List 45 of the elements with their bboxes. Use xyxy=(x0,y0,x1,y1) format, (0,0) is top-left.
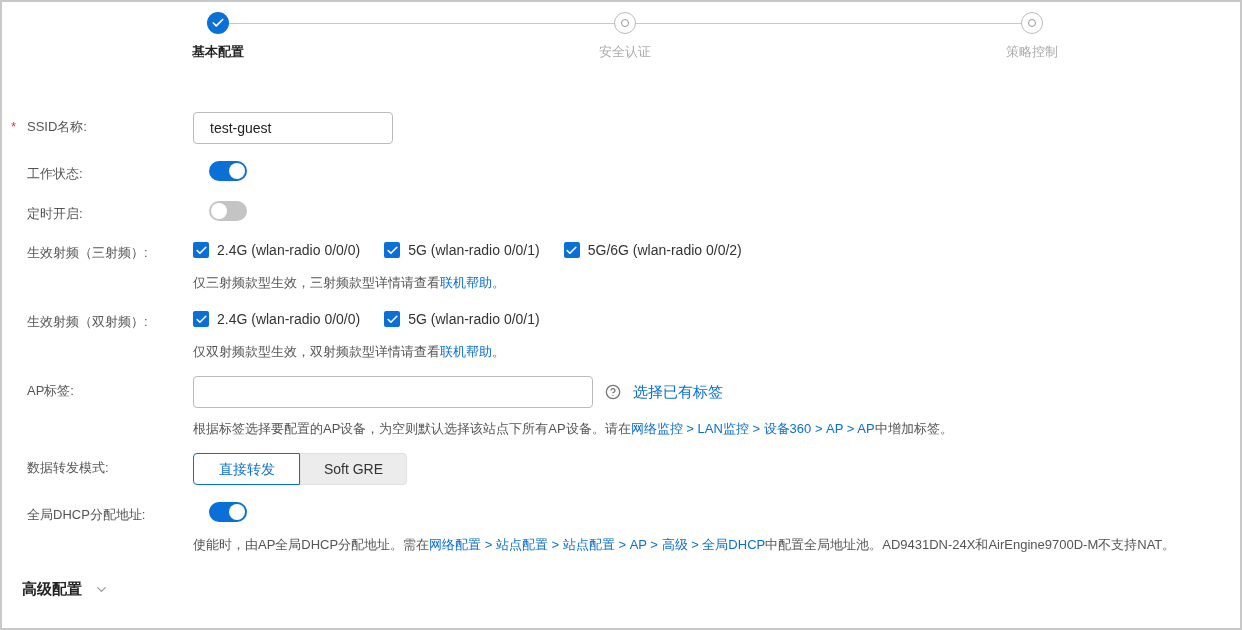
check-icon xyxy=(194,243,208,257)
checkbox[interactable] xyxy=(193,311,209,327)
checkbox-label: 5G (wlan-radio 0/0/1) xyxy=(408,309,540,329)
field-label: AP标签: xyxy=(27,382,74,400)
help-link[interactable]: 联机帮助 xyxy=(440,344,492,359)
checkbox[interactable] xyxy=(563,242,580,258)
checkbox[interactable] xyxy=(193,242,209,258)
select-tags-link[interactable]: 选择已有标签 xyxy=(633,380,723,404)
mode-option[interactable]: 直接转发 xyxy=(193,453,300,485)
field-label: 定时开启: xyxy=(27,204,83,223)
checkbox-label: 5G/6G (wlan-radio 0/0/2) xyxy=(587,240,742,260)
toggle-switch[interactable] xyxy=(209,502,247,522)
advanced-toggle[interactable]: 高级配置 xyxy=(22,578,109,601)
toggle-switch[interactable] xyxy=(209,161,247,181)
check-icon xyxy=(385,243,399,257)
field-label: 生效射频（双射频）: xyxy=(27,313,148,331)
step-label: 安全认证 xyxy=(599,43,651,61)
toggle-switch[interactable] xyxy=(209,200,247,221)
hint-text: 仅三射频款型生效，三射频款型详情请查看联机帮助。 xyxy=(193,274,506,292)
ssid-input[interactable]: test-guest xyxy=(193,112,393,144)
help-link[interactable]: 网络监控 > LAN监控 > 设备360 > AP > AP xyxy=(630,421,875,436)
checkbox-label: 5G (wlan-radio 0/0/1) xyxy=(408,240,540,260)
check-icon xyxy=(194,312,208,326)
step-label: 策略控制 xyxy=(1006,43,1058,61)
checkbox[interactable] xyxy=(384,242,401,258)
help-link[interactable]: 网络配置 > 站点配置 > 站点配置 > AP > 高级 > 全局DHCP xyxy=(429,537,766,552)
checkbox-label: 2.4G (wlan-radio 0/0/0) xyxy=(217,309,361,329)
hint-text: 使能时，由AP全局DHCP分配地址。需在网络配置 > 站点配置 > 站点配置 > AP > 高级 > 全局DHCP中配置全局地址池。AD9431DN-24X和AirEngine9700D-M不支持NAT。 xyxy=(193,536,1177,554)
checkbox-label: 2.4G (wlan-radio 0/0/0) xyxy=(217,240,361,260)
tag-input[interactable] xyxy=(193,376,593,408)
help-link[interactable]: 联机帮助 xyxy=(440,275,492,290)
field-label: 数据转发模式: xyxy=(27,459,109,477)
field-label: 生效射频（三射频）: xyxy=(27,244,148,262)
mode-option[interactable]: Soft GRE xyxy=(300,453,407,485)
checkbox[interactable] xyxy=(384,311,401,327)
field-label: SSID名称: xyxy=(27,118,87,136)
required-asterisk: * xyxy=(11,118,17,136)
hint-text: 仅双射频款型生效，双射频款型详情请查看联机帮助。 xyxy=(193,343,506,361)
field-label: 全局DHCP分配地址: xyxy=(27,506,146,524)
field-label: 工作状态: xyxy=(27,165,83,183)
help-icon[interactable] xyxy=(605,384,621,400)
check-icon xyxy=(565,243,579,257)
check-icon xyxy=(385,312,399,326)
hint-text: 根据标签选择要配置的AP设备，为空则默认选择该站点下所有AP设备。请在网络监控 > LAN监控 > 设备360 > AP > AP中增加标签。 xyxy=(193,420,954,438)
step-label: 基本配置 xyxy=(192,43,244,61)
